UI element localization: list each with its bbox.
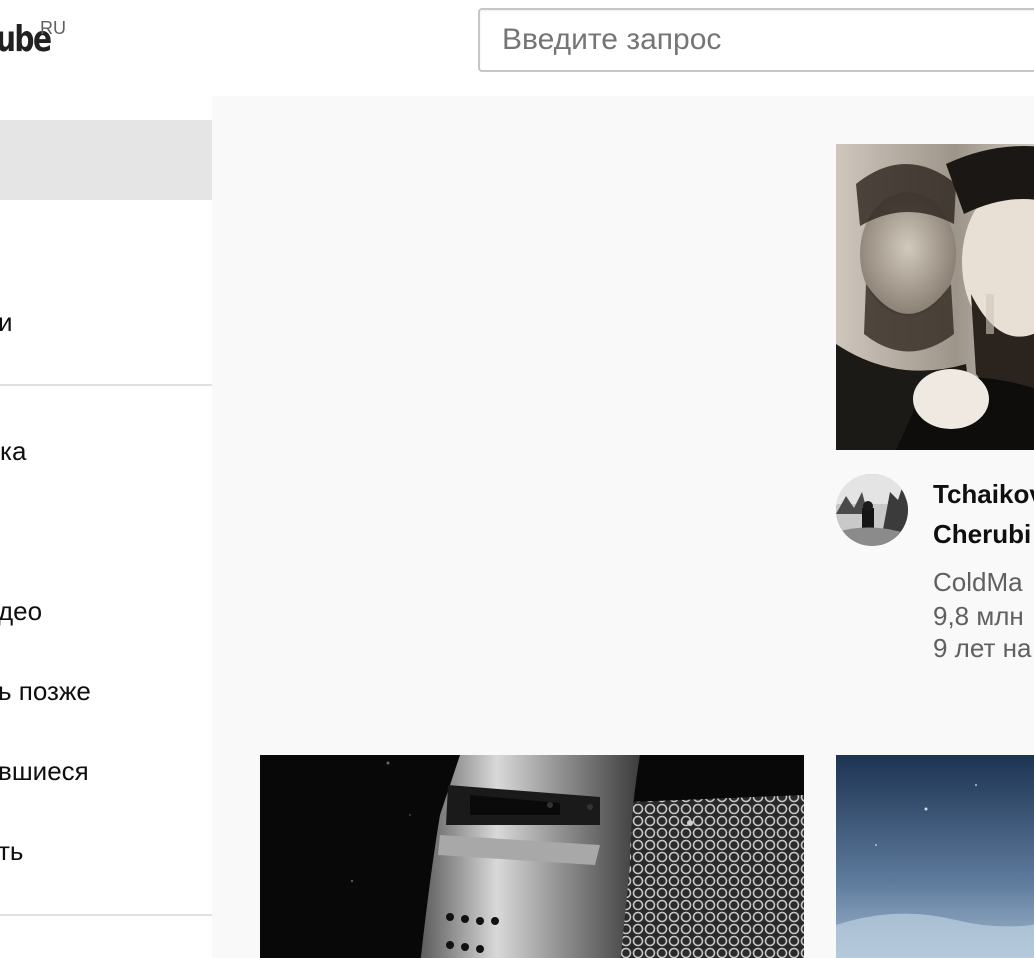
thumbnail-image bbox=[260, 755, 804, 958]
upload-age: 9 лет на bbox=[933, 633, 1032, 663]
sidebar-item-subscriptions[interactable]: и bbox=[0, 282, 212, 362]
logo-region-code: RU bbox=[40, 18, 66, 38]
sidebar-item-your-videos[interactable]: део bbox=[0, 571, 212, 651]
channel-avatar[interactable] bbox=[836, 474, 908, 546]
sidebar-item-label: ть bbox=[0, 835, 24, 866]
channel-name[interactable]: ColdMa bbox=[933, 566, 1034, 598]
sidebar-item-library[interactable]: ка bbox=[0, 411, 212, 491]
masthead: ube RU bbox=[0, 0, 1034, 96]
video-grid: Tchaikov Cherubi ColdMa 9,8 млн 9 лет на bbox=[212, 96, 1034, 958]
video-title-line: Cherubi bbox=[933, 519, 1032, 549]
view-count: 9,8 млн bbox=[933, 601, 1024, 631]
guide-sidebar: и ка део ь позже вшиеся ть bbox=[0, 96, 212, 958]
sidebar-item-home[interactable] bbox=[0, 120, 212, 200]
sidebar-item-label: вшиеся bbox=[0, 755, 89, 786]
thumbnail-image bbox=[836, 144, 1034, 450]
video-title-line: Tchaikov bbox=[933, 479, 1034, 509]
sidebar-item-label: ка bbox=[0, 435, 27, 466]
thumbnail-image bbox=[836, 755, 1034, 958]
search-input[interactable] bbox=[502, 10, 1034, 70]
sidebar-divider bbox=[0, 914, 212, 916]
search-box bbox=[478, 8, 1034, 72]
sidebar-item-show-more[interactable]: ть bbox=[0, 811, 212, 891]
sidebar-item-label: део bbox=[0, 595, 43, 626]
video-thumbnail[interactable] bbox=[260, 755, 804, 958]
sidebar-item-watch-later[interactable]: ь позже bbox=[0, 651, 212, 731]
sidebar-item-label: и bbox=[0, 306, 13, 337]
video-thumbnail[interactable] bbox=[836, 144, 1034, 450]
video-thumbnail[interactable] bbox=[836, 755, 1034, 958]
video-title[interactable]: Tchaikov Cherubi bbox=[933, 474, 1034, 554]
sidebar-item-liked-videos[interactable]: вшиеся bbox=[0, 731, 212, 811]
video-metadata: ColdMa 9,8 млн 9 лет на bbox=[933, 566, 1034, 664]
youtube-logo[interactable]: ube RU bbox=[0, 18, 66, 62]
avatar-image bbox=[836, 474, 908, 546]
sidebar-item-label: ь позже bbox=[0, 675, 91, 706]
sidebar-divider bbox=[0, 384, 212, 386]
